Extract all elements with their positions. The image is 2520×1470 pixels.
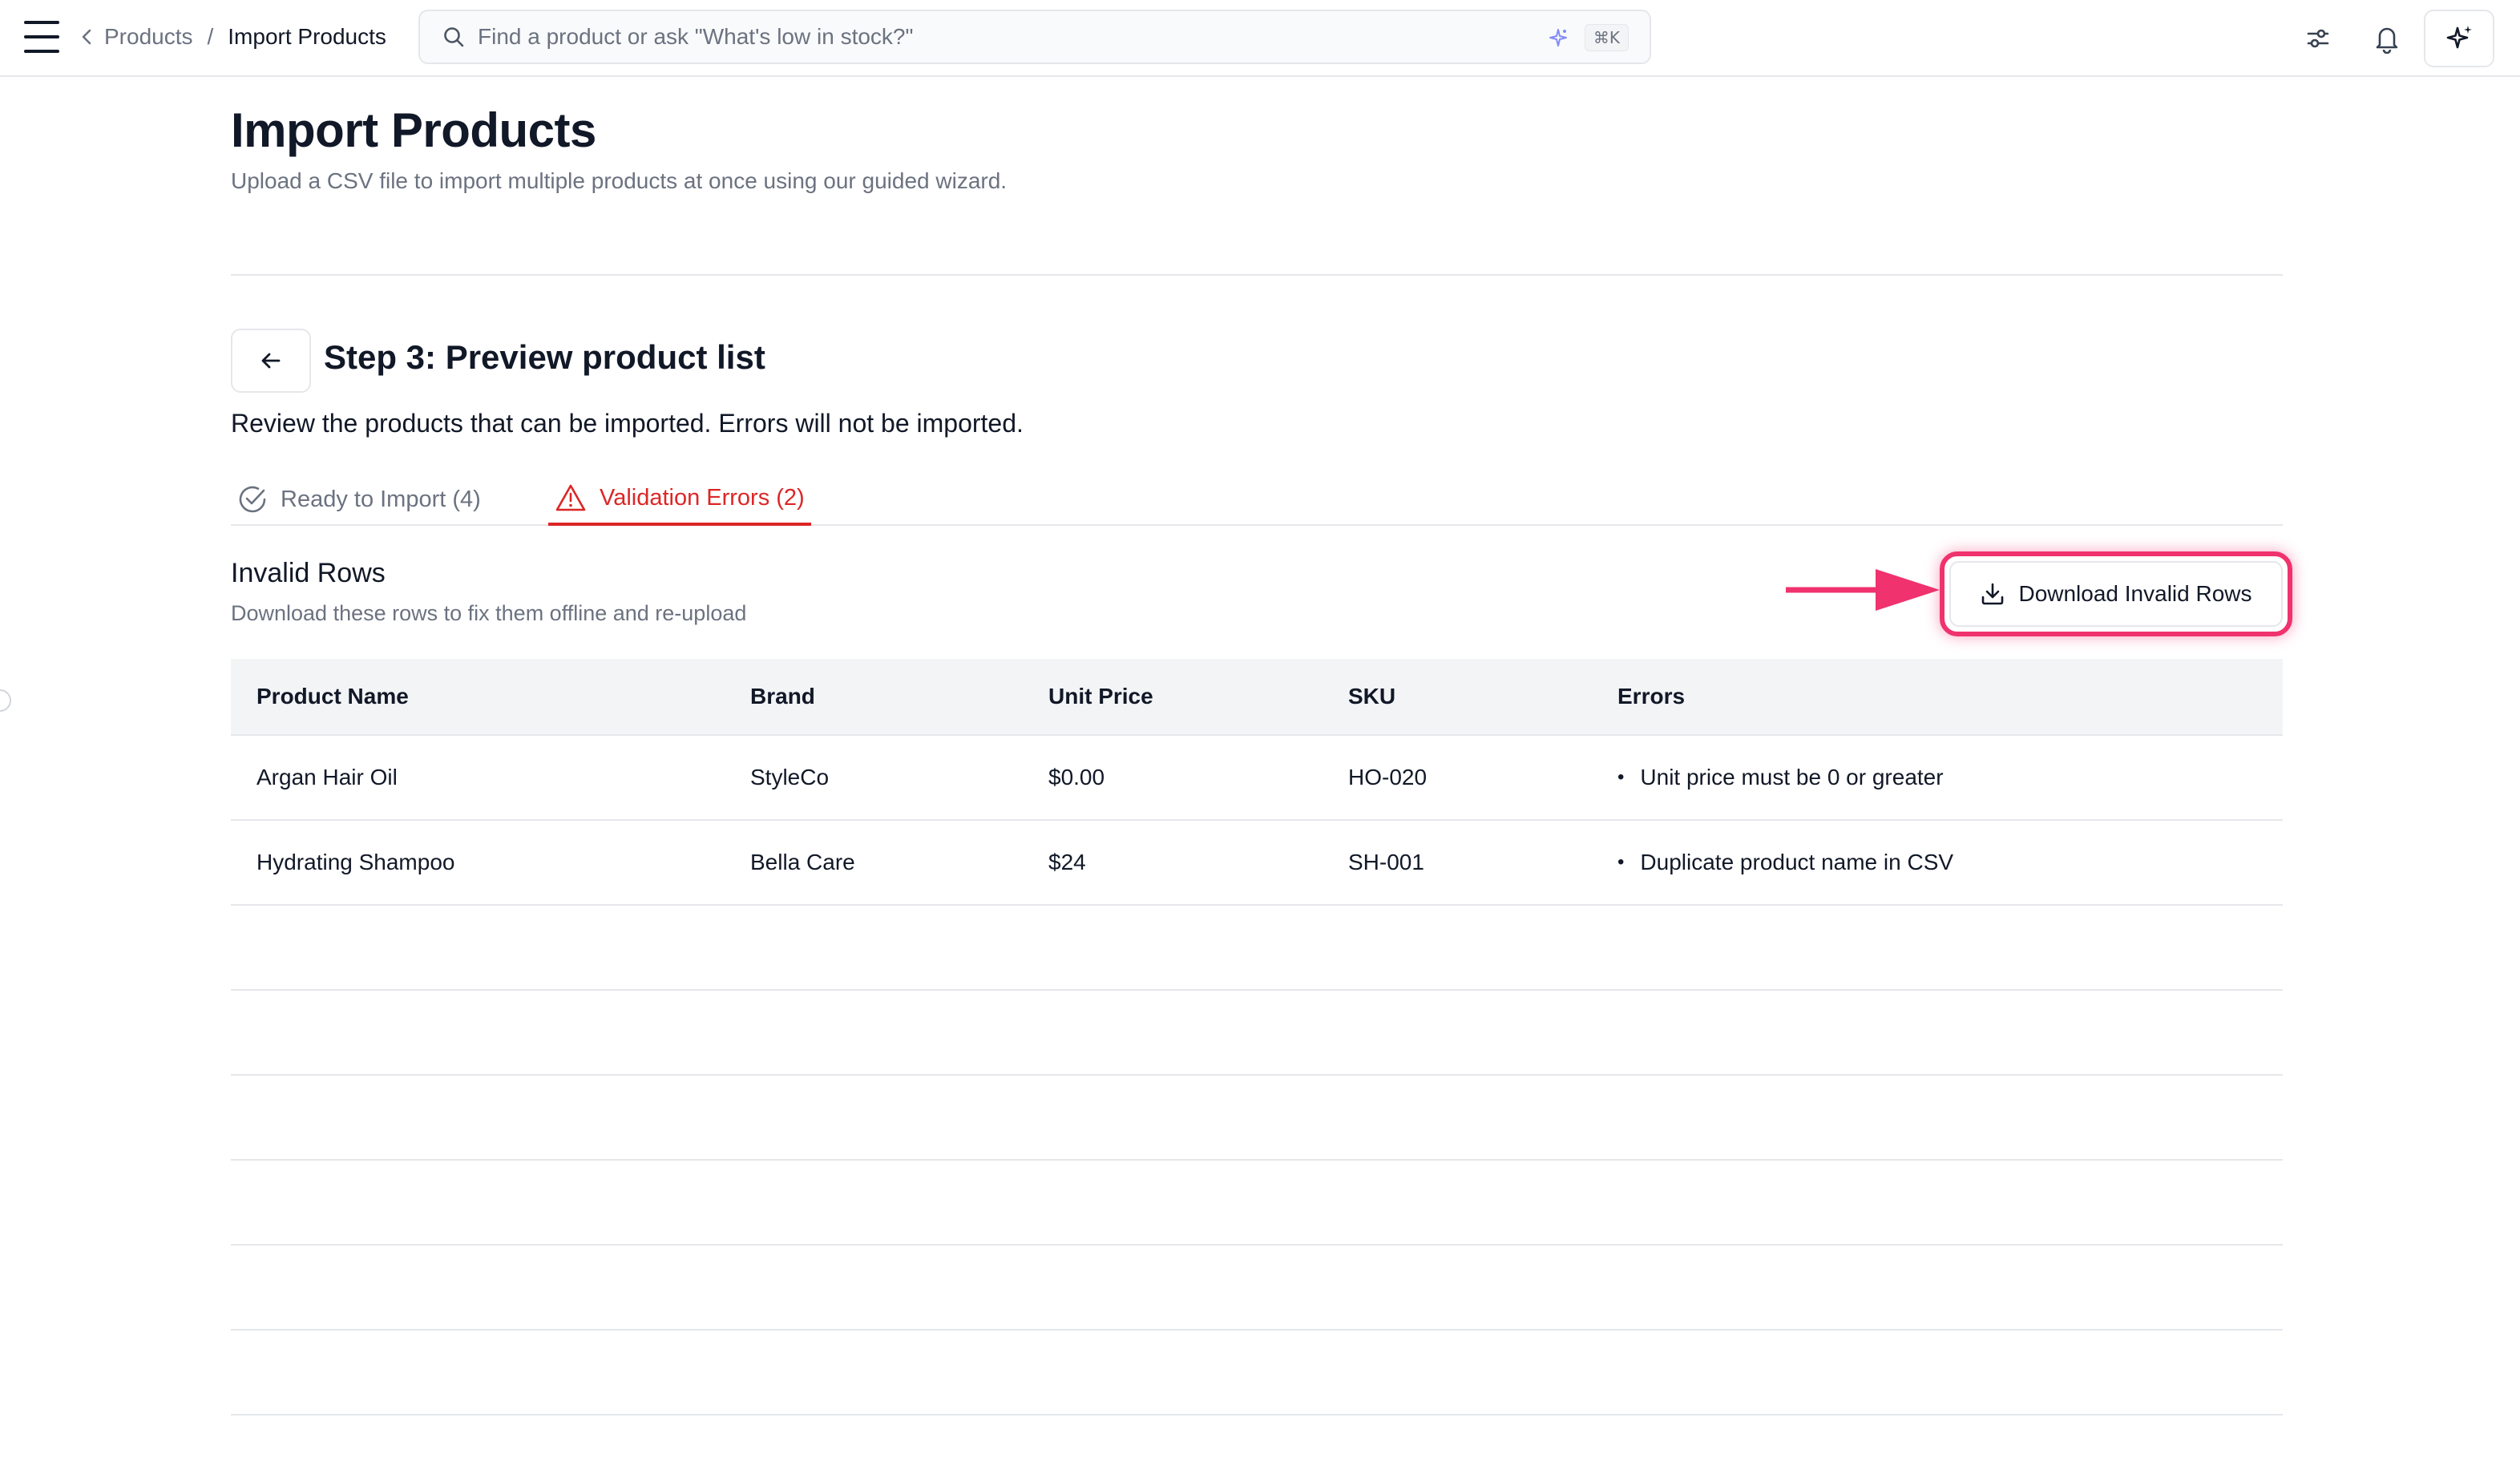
cell-error: Duplicate product name in CSV xyxy=(1617,821,1953,904)
arrow-left-icon xyxy=(261,353,281,369)
cell-brand: StyleCo xyxy=(750,765,830,790)
step-title: Step 3: Preview product list xyxy=(324,338,765,376)
shortcut-badge: ⌘K xyxy=(1584,24,1629,51)
cell-sku: SH-001 xyxy=(1348,850,1424,874)
tab-ready-label: Ready to Import (4) xyxy=(281,486,481,512)
section-subtitle: Download these rows to fix them offline … xyxy=(231,601,747,625)
download-button-label: Download Invalid Rows xyxy=(2018,581,2252,606)
chevron-left-icon xyxy=(82,29,91,45)
sparkles-icon xyxy=(2446,26,2472,49)
column-header-brand: Brand xyxy=(750,684,815,709)
search-icon xyxy=(441,24,466,50)
hamburger-menu-icon[interactable] xyxy=(24,21,59,53)
table-row: Hydrating Shampoo Bella Care $24 SH-001 … xyxy=(231,821,2283,906)
invalid-rows-table: Product Name Brand Unit Price SKU Errors… xyxy=(231,659,2283,1470)
breadcrumb-current: Import Products xyxy=(228,24,386,49)
sidebar-toggle-handle[interactable] xyxy=(0,689,11,712)
empty-table-row xyxy=(231,1415,2283,1470)
empty-table-row xyxy=(231,1076,2283,1161)
table-header: Product Name Brand Unit Price SKU Errors xyxy=(231,659,2283,736)
tab-errors-label: Validation Errors (2) xyxy=(600,484,805,511)
empty-table-row xyxy=(231,1161,2283,1246)
section-title: Invalid Rows xyxy=(231,558,386,588)
search-input[interactable] xyxy=(478,24,1520,50)
download-invalid-rows-button[interactable]: Download Invalid Rows xyxy=(1949,561,2283,627)
divider xyxy=(231,274,2283,276)
empty-table-row xyxy=(231,991,2283,1076)
back-button[interactable] xyxy=(231,329,311,393)
step-description: Review the products that can be imported… xyxy=(231,409,1024,438)
annotation-arrow-icon xyxy=(1786,569,1940,611)
warning-triangle-icon xyxy=(555,484,586,511)
cell-product-name: Argan Hair Oil xyxy=(256,765,398,790)
column-header-unit-price: Unit Price xyxy=(1048,684,1153,709)
column-header-sku: SKU xyxy=(1348,684,1396,709)
empty-table-row xyxy=(231,906,2283,991)
tab-bar: Ready to Import (4) Validation Errors (2… xyxy=(231,473,2283,526)
bell-icon[interactable] xyxy=(2366,18,2408,59)
page-title: Import Products xyxy=(231,103,596,157)
tab-validation-errors[interactable]: Validation Errors (2) xyxy=(548,473,811,526)
column-header-product-name: Product Name xyxy=(256,684,409,709)
cell-unit-price: $0.00 xyxy=(1048,765,1105,790)
breadcrumb-separator: / xyxy=(207,24,214,49)
sliders-icon[interactable] xyxy=(2297,18,2339,59)
cell-unit-price: $24 xyxy=(1048,850,1086,874)
ai-assistant-button[interactable] xyxy=(2424,10,2494,67)
download-icon xyxy=(1982,583,2004,605)
cell-brand: Bella Care xyxy=(750,850,855,874)
ai-sparkle-icon xyxy=(1547,27,1569,54)
check-circle-icon xyxy=(239,486,266,513)
table-row: Argan Hair Oil StyleCo $0.00 HO-020 Unit… xyxy=(231,736,2283,821)
breadcrumb: Products / Import Products xyxy=(80,19,386,55)
empty-table-row xyxy=(231,1246,2283,1331)
breadcrumb-products-link[interactable]: Products xyxy=(80,24,193,50)
breadcrumb-parent-label: Products xyxy=(104,24,193,49)
empty-table-row xyxy=(231,1331,2283,1415)
top-bar: Products / Import Products ⌘K xyxy=(0,0,2520,77)
cell-sku: HO-020 xyxy=(1348,765,1428,790)
cell-error: Unit price must be 0 or greater xyxy=(1617,736,1943,819)
search-bar: ⌘K xyxy=(418,10,1651,64)
column-header-errors: Errors xyxy=(1617,684,1686,709)
tab-ready-to-import[interactable]: Ready to Import (4) xyxy=(237,473,481,526)
page-subtitle: Upload a CSV file to import multiple pro… xyxy=(231,168,1008,193)
cell-product-name: Hydrating Shampoo xyxy=(256,850,455,874)
